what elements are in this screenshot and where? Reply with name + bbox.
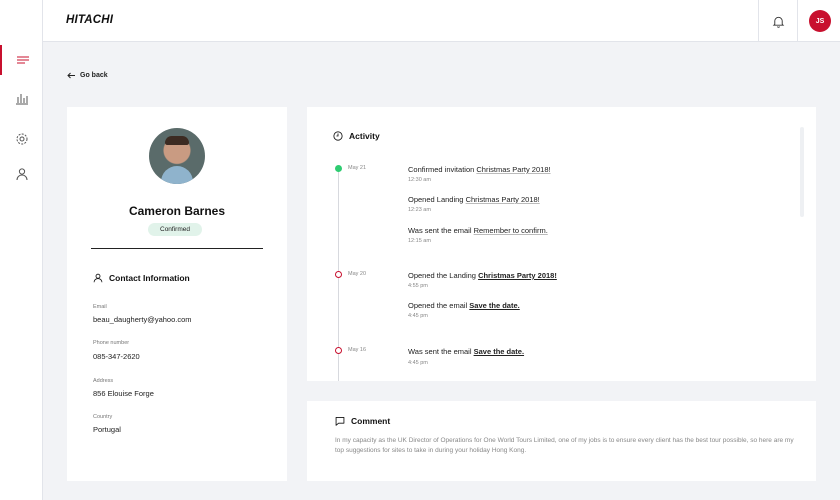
activity-event: Was sent the email Save the date. (408, 347, 524, 356)
divider (91, 248, 263, 249)
phone-value: 085-347-2620 (93, 352, 140, 361)
address-label: Address (93, 378, 114, 384)
activity-event: Opened Landing Christmas Party 2018! (408, 195, 540, 204)
event-text: Was sent the email (408, 226, 474, 235)
sidebar-item-settings[interactable] (0, 124, 43, 154)
gear-icon (16, 133, 27, 145)
event-text: Opened the email (408, 301, 470, 310)
event-time: 4:45 pm (408, 313, 428, 319)
timeline-date: May 20 (348, 271, 367, 277)
activity-card: Activity May 21 Confirmed invitation Chr… (307, 107, 816, 381)
event-text: Confirmed invitation (408, 165, 477, 174)
user-avatar[interactable]: JS (809, 10, 831, 32)
event-link[interactable]: Remember to confirm. (474, 226, 548, 235)
timeline-date: May 16 (348, 347, 367, 353)
go-back-label: Go back (80, 72, 108, 79)
list-icon (16, 56, 29, 64)
status-badge: Confirmed (148, 223, 202, 236)
arrow-left-icon (67, 72, 75, 79)
bell-icon (772, 16, 784, 28)
comment-icon (335, 417, 345, 426)
event-link[interactable]: Christmas Party 2018! (476, 165, 550, 174)
comment-title: Comment (351, 416, 391, 426)
phone-label: Phone number (93, 340, 130, 346)
top-header: HITACHI JS (43, 0, 840, 42)
country-value: Portugal (93, 425, 121, 434)
profile-photo (149, 128, 205, 184)
user-icon (16, 168, 27, 181)
event-link[interactable]: Christmas Party 2018! (466, 195, 540, 204)
sidebar (0, 0, 43, 500)
event-link[interactable]: Save the date. (474, 347, 524, 356)
address-value: 856 Elouise Forge (93, 389, 154, 398)
event-text: Opened Landing (408, 195, 466, 204)
contact-info-title: Contact Information (109, 273, 190, 283)
sidebar-item-list[interactable] (0, 45, 43, 75)
event-text: Was sent the email (408, 347, 474, 356)
user-icon (93, 273, 103, 283)
activity-scrollbar[interactable] (800, 127, 804, 217)
event-time: 12:15 am (408, 238, 431, 244)
activity-heading: Activity (333, 131, 380, 141)
event-link[interactable]: Christmas Party 2018! (478, 271, 557, 280)
comment-text: In my capacity as the UK Director of Ope… (335, 437, 794, 455)
country-label: Country (93, 414, 113, 420)
event-time: 4:55 pm (408, 283, 428, 289)
sidebar-item-analytics[interactable] (0, 83, 43, 113)
event-link[interactable]: Save the date. (469, 301, 519, 310)
contact-name: Cameron Barnes (128, 204, 226, 218)
contact-info-heading: Contact Information (93, 273, 190, 283)
event-time: 12:23 am (408, 207, 431, 213)
activity-title: Activity (349, 131, 380, 141)
timeline-dot (335, 271, 342, 278)
email-label: Email (93, 304, 107, 310)
notifications-button[interactable] (758, 0, 798, 42)
bar-chart-icon (15, 94, 28, 105)
comment-card: Comment In my capacity as the UK Directo… (307, 401, 816, 481)
email-value: beau_daugherty@yahoo.com (93, 315, 192, 324)
go-back-link[interactable]: Go back (67, 72, 108, 79)
comment-heading: Comment (335, 416, 390, 426)
timeline-dot (335, 347, 342, 354)
timeline-dot-active (335, 165, 342, 172)
hitachi-logo[interactable]: HITACHI (66, 14, 113, 26)
activity-event: Was sent the email Remember to confirm. (408, 226, 548, 235)
activity-event: Opened the email Save the date. (408, 301, 520, 310)
event-time: 12:30 am (408, 177, 431, 183)
clock-icon (333, 131, 343, 141)
timeline-date: May 21 (348, 165, 367, 171)
sidebar-item-profile[interactable] (0, 159, 43, 189)
activity-event: Confirmed invitation Christmas Party 201… (408, 165, 551, 174)
activity-event: Opened the Landing Christmas Party 2018! (408, 271, 557, 280)
event-text: Opened the Landing (408, 271, 479, 280)
event-time: 4:45 pm (408, 360, 428, 366)
profile-card: Cameron Barnes Confirmed Contact Informa… (67, 107, 287, 481)
